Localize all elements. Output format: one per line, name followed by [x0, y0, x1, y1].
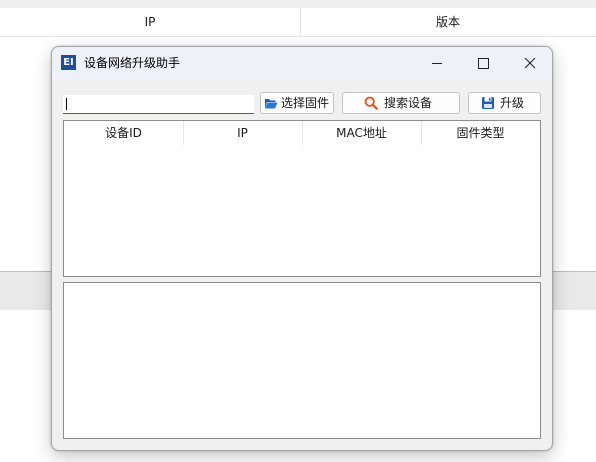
search-icon	[364, 96, 378, 110]
background-column-version[interactable]: 版本	[300, 8, 596, 36]
column-header-ip[interactable]: IP	[183, 121, 302, 145]
search-devices-label: 搜索设备	[384, 96, 433, 110]
close-button[interactable]	[506, 47, 552, 79]
upgrade-assistant-window: EI 设备网络升级助手 选择固件 搜索设备 升级 设备ID IP MAC地址 固…	[51, 46, 553, 451]
minimize-button[interactable]	[414, 47, 460, 79]
column-header-firmware-type[interactable]: 固件类型	[421, 121, 540, 145]
text-cursor	[66, 98, 67, 110]
minimize-icon	[432, 63, 442, 64]
upgrade-button[interactable]: 升级	[468, 92, 541, 114]
background-column-ip[interactable]: IP	[0, 8, 301, 36]
column-header-mac-address[interactable]: MAC地址	[302, 121, 421, 145]
device-table[interactable]: 设备ID IP MAC地址 固件类型	[63, 120, 541, 277]
select-firmware-label: 选择固件	[281, 96, 330, 110]
upgrade-label: 升级	[500, 96, 525, 110]
app-icon: EI	[61, 55, 76, 70]
device-table-header: 设备ID IP MAC地址 固件类型	[64, 121, 540, 145]
firmware-path-input[interactable]	[63, 95, 254, 114]
close-icon	[524, 57, 536, 69]
window-title: 设备网络升级助手	[84, 56, 181, 70]
search-devices-button[interactable]: 搜索设备	[342, 92, 460, 114]
title-bar[interactable]: EI 设备网络升级助手	[52, 47, 552, 79]
select-firmware-button[interactable]: 选择固件	[260, 92, 334, 114]
background-window-strip	[0, 0, 596, 8]
column-header-device-id[interactable]: 设备ID	[64, 121, 183, 145]
log-output-box[interactable]	[63, 282, 541, 439]
folder-open-icon	[265, 99, 278, 109]
maximize-button[interactable]	[460, 47, 506, 79]
maximize-icon	[478, 58, 489, 69]
save-icon	[482, 97, 494, 109]
